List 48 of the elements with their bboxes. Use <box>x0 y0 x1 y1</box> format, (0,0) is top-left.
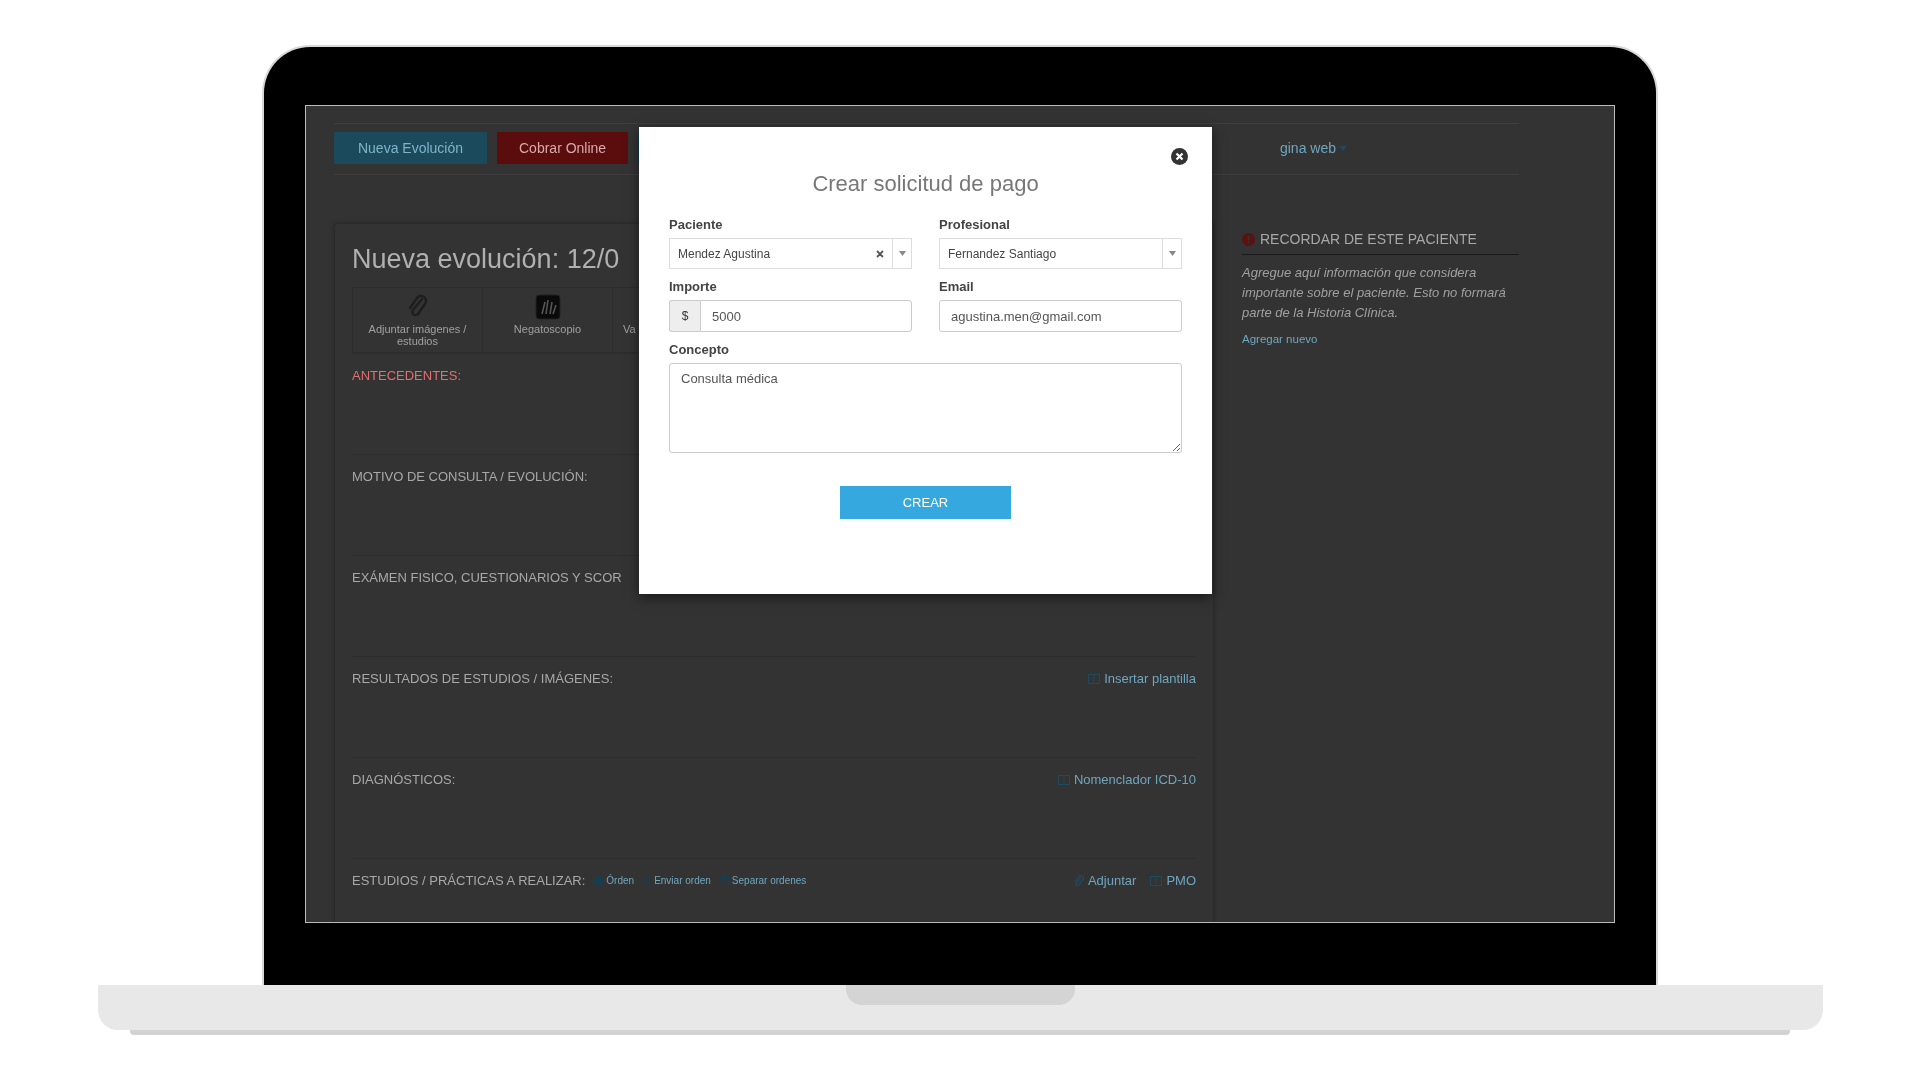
section-title: MOTIVO DE CONSULTA / EVOLUCIÓN: <box>352 469 588 484</box>
close-icon[interactable] <box>1171 148 1188 165</box>
section-link[interactable]: PMO <box>1150 873 1196 888</box>
tool-tile[interactable]: Adjuntar imágenes / estudios <box>353 288 483 352</box>
reminder-text: Agregue aquí información que considera importante sobre el paciente. Esto no formará parte de la Historia Clínica. <box>1242 264 1507 322</box>
field-label: Importe <box>669 279 718 294</box>
concept-textarea[interactable]: Consulta médica <box>669 363 1182 453</box>
amount-input[interactable]: 5000 <box>700 300 912 332</box>
printer-icon <box>593 876 604 885</box>
section-link[interactable]: Separar ordenes <box>718 875 807 886</box>
section-link[interactable]: Adjuntar <box>1073 873 1137 888</box>
book-icon <box>1150 875 1163 886</box>
toolbar-button[interactable]: Nueva Evolución <box>334 132 487 164</box>
paperclip-icon <box>1073 874 1084 887</box>
evolution-title: Nueva evolución: 12/0 <box>352 244 620 275</box>
email-input[interactable]: agustina.men@gmail.com <box>939 300 1182 332</box>
caret-icon <box>1168 251 1176 256</box>
field-label: Concepto <box>669 342 730 357</box>
section-link[interactable]: Insertar plantilla <box>1088 671 1196 686</box>
add-new-link[interactable]: Agregar nuevo <box>1242 333 1318 345</box>
section-link[interactable]: Órden <box>593 875 635 886</box>
book-icon <box>1057 774 1070 785</box>
create-button[interactable]: CREAR <box>840 486 1011 519</box>
select-field[interactable]: Fernandez Santiago <box>939 238 1182 269</box>
section-title: DIAGNÓSTICOS: <box>352 772 456 787</box>
clear-icon[interactable] <box>876 249 884 258</box>
field-label: Email <box>939 279 975 294</box>
field-label: Paciente <box>669 217 724 232</box>
section-title: EXÁMEN FISICO, CUESTIONARIOS Y SCOR <box>352 570 622 585</box>
section-title: RESULTADOS DE ESTUDIOS / IMÁGENES: <box>352 671 613 686</box>
section-title: ANTECEDENTES: <box>352 368 462 383</box>
reminder-title: RECORDAR DE ESTE PACIENTE <box>1260 231 1477 247</box>
section-link[interactable]: Nomenclador ICD-10 <box>1057 772 1196 787</box>
section-title: ESTUDIOS / PRÁCTICAS A REALIZAR: <box>352 873 586 888</box>
select-field[interactable]: Mendez Agustina <box>669 238 912 269</box>
caret-icon <box>898 251 906 256</box>
toolbar-button[interactable]: Cobrar Online <box>497 132 629 164</box>
caret-icon <box>1339 145 1347 151</box>
field-label: Profesional <box>939 217 1011 232</box>
tool-tile[interactable]: Negatoscopio <box>483 288 613 352</box>
currency-addon: $ <box>669 300 700 332</box>
book-icon <box>1088 673 1101 684</box>
web-menu-link[interactable]: gina web <box>1279 140 1347 156</box>
alert-icon <box>1242 232 1255 246</box>
copy-icon <box>718 875 729 886</box>
dialog-title: Crear solicitud de pago <box>811 171 1040 197</box>
share-icon <box>642 876 652 885</box>
section-link[interactable]: Enviar orden <box>642 875 711 886</box>
